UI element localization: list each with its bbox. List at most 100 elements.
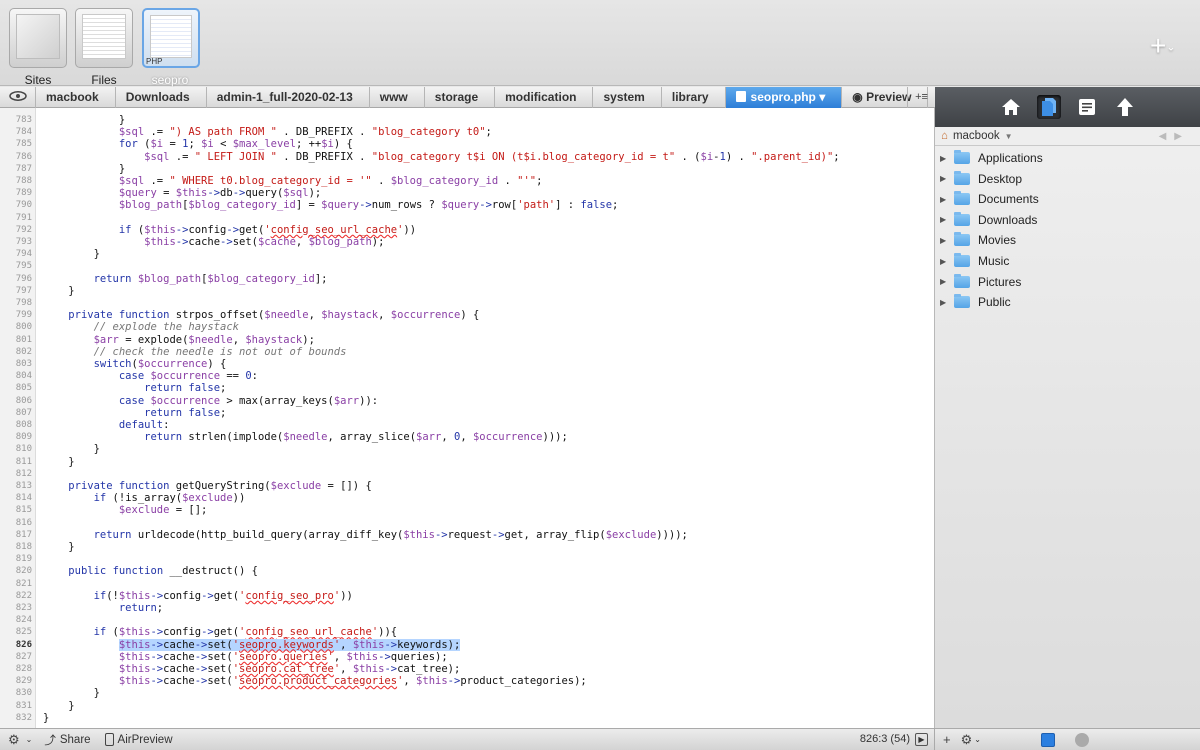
folder-item[interactable]: ▶ Applications [935, 148, 1200, 168]
code-line[interactable]: 793 $this->cache->set($cache, $blog_path… [0, 236, 934, 248]
code-line[interactable]: 810 } [0, 443, 934, 456]
breadcrumb-item[interactable]: Downloads [116, 86, 207, 108]
site-tab-seopro[interactable]: PHP [142, 8, 200, 68]
site-tab-files[interactable] [75, 8, 133, 68]
airpreview-button[interactable]: AirPreview [104, 733, 173, 746]
plus-icon[interactable]: + [943, 732, 951, 747]
code-line[interactable]: 824 [0, 614, 934, 626]
code-line[interactable]: 816 [0, 517, 934, 529]
code-line[interactable]: 791 [0, 212, 934, 224]
breadcrumb-file[interactable]: seopro.php ▾ [725, 86, 843, 108]
code-line[interactable]: 821 [0, 578, 934, 590]
disclosure-triangle-icon[interactable]: ▶ [940, 154, 954, 163]
code-line[interactable]: 805 return false; [0, 382, 934, 394]
sidebar-toggle-button[interactable] [1041, 732, 1055, 747]
code-line[interactable]: 789 $query = $this->db->query($sql); [0, 187, 934, 199]
gear-icon[interactable]: ⚙ [8, 732, 20, 748]
code-line[interactable]: 808 default: [0, 419, 934, 431]
code-line[interactable]: 817 return urldecode(http_build_query(ar… [0, 529, 934, 541]
code-line[interactable]: 803 switch($occurrence) { [0, 358, 934, 370]
breadcrumb-item[interactable]: www [370, 86, 425, 108]
gear-icon[interactable]: ⚙ [961, 732, 973, 748]
sync-icon[interactable] [1075, 732, 1089, 747]
disclosure-triangle-icon[interactable]: ▶ [940, 236, 954, 245]
code-line[interactable]: 807 return false; [0, 407, 934, 419]
folder-item[interactable]: ▶ Desktop [935, 169, 1200, 189]
disclosure-triangle-icon[interactable]: ▶ [940, 215, 954, 224]
code-line[interactable]: 798 [0, 297, 934, 309]
folder-item[interactable]: ▶ Documents [935, 189, 1200, 209]
line-text: $sql .= " LEFT JOIN " . DB_PREFIX . "blo… [144, 150, 840, 163]
folder-item[interactable]: ▶ Music [935, 251, 1200, 271]
line-text: } [43, 443, 100, 456]
code-line[interactable]: 826 $this->cache->set('seopro.keywords',… [0, 638, 934, 651]
goto-line-button[interactable]: ▶ [915, 732, 928, 746]
code-line[interactable]: 800 // explode the haystack [0, 321, 934, 333]
code-line[interactable]: 832} [0, 712, 934, 724]
eye-icon[interactable] [0, 86, 36, 108]
disclosure-triangle-icon[interactable]: ▶ [940, 277, 954, 286]
code-line[interactable]: 792 if ($this->config->get('config_seo_u… [0, 224, 934, 236]
code-line[interactable]: 809 return strlen(implode($needle, array… [0, 431, 934, 443]
code-line[interactable]: 812 [0, 468, 934, 480]
breadcrumb-item[interactable]: library [662, 86, 726, 108]
code-line[interactable]: 799 private function strpos_offset($need… [0, 309, 934, 321]
code-line[interactable]: 822 if(!$this->config->get('config_seo_p… [0, 590, 934, 602]
line-number: 816 [15, 517, 32, 528]
sidebar-location[interactable]: ⌂ macbook ▼ ◀▶ [935, 127, 1200, 146]
breadcrumb-item[interactable]: storage [425, 86, 496, 108]
folder-icon [954, 294, 970, 309]
share-button[interactable]: ⤴ Share [44, 732, 90, 748]
breadcrumb-item[interactable]: modification [495, 86, 594, 108]
code-line[interactable]: 806 case $occurrence > max(array_keys($a… [0, 395, 934, 407]
code-line[interactable]: 823 return; [0, 602, 934, 614]
folder-item[interactable]: ▶ Public [935, 292, 1200, 312]
code-line[interactable]: 790 $blog_path[$blog_category_id] = $que… [0, 199, 934, 211]
code-line[interactable]: 804 case $occurrence == 0: [0, 370, 934, 382]
code-line[interactable]: 815 $exclude = []; [0, 504, 934, 516]
code-editor[interactable]: 783 } 784 $sql .= ") AS path FROM " . DB_… [0, 108, 935, 728]
disclosure-triangle-icon[interactable]: ▶ [940, 174, 954, 183]
code-line[interactable]: 820 public function __destruct() { [0, 565, 934, 577]
split-editor-button[interactable]: +≡ [907, 87, 935, 108]
breadcrumb-item[interactable]: macbook [36, 86, 116, 108]
code-line[interactable]: 825 if ($this->config->get('config_seo_u… [0, 626, 934, 638]
breadcrumb-item[interactable]: admin-1_full-2020-02-13 [207, 86, 370, 108]
nav-arrows[interactable]: ◀▶ [1159, 131, 1190, 142]
code-line[interactable]: 783 } [0, 114, 934, 126]
code-line[interactable]: 827 $this->cache->set('seopro.queries', … [0, 651, 934, 663]
disclosure-triangle-icon[interactable]: ▶ [940, 298, 954, 307]
site-tab-sites[interactable] [9, 8, 67, 68]
breadcrumb-item[interactable]: system [593, 86, 662, 108]
code-line[interactable]: 796 return $blog_path[$blog_category_id]… [0, 273, 934, 285]
code-line[interactable]: 818 } [0, 541, 934, 553]
upload-icon[interactable] [1113, 95, 1137, 119]
code-line[interactable]: 802 // check the needle is not out of bo… [0, 346, 934, 358]
disclosure-triangle-icon[interactable]: ▶ [940, 195, 954, 204]
code-line[interactable]: 814 if (!is_array($exclude)) [0, 492, 934, 504]
home-icon[interactable] [999, 95, 1023, 119]
code-line[interactable]: 794 } [0, 248, 934, 260]
code-line[interactable]: 785 for ($i = 1; $i < $max_level; ++$i) … [0, 138, 934, 150]
add-site-button[interactable]: +⌄ [1150, 32, 1190, 60]
code-line[interactable]: 801 $arr = explode($needle, $haystack); [0, 334, 934, 346]
code-line[interactable]: 786 $sql .= " LEFT JOIN " . DB_PREFIX . … [0, 150, 934, 163]
code-line[interactable]: 828 $this->cache->set('seopro.cat_tree',… [0, 663, 934, 675]
code-line[interactable]: 831 } [0, 700, 934, 712]
disclosure-triangle-icon[interactable]: ▶ [940, 257, 954, 266]
code-line[interactable]: 819 [0, 553, 934, 565]
folder-item[interactable]: ▶ Movies [935, 230, 1200, 250]
code-line[interactable]: 813 private function getQueryString($exc… [0, 480, 934, 492]
folder-item[interactable]: ▶ Downloads [935, 210, 1200, 230]
code-line[interactable]: 787 } [0, 163, 934, 175]
code-line[interactable]: 830 } [0, 687, 934, 699]
code-line[interactable]: 795 [0, 260, 934, 272]
notes-icon[interactable] [1075, 95, 1099, 119]
files-icon[interactable] [1036, 95, 1061, 119]
code-line[interactable]: 829 $this->cache->set('seopro.product_ca… [0, 675, 934, 687]
folder-item[interactable]: ▶ Pictures [935, 272, 1200, 292]
code-line[interactable]: 811 } [0, 456, 934, 468]
code-line[interactable]: 784 $sql .= ") AS path FROM " . DB_PREFI… [0, 126, 934, 138]
code-line[interactable]: 797 } [0, 285, 934, 297]
code-line[interactable]: 788 $sql .= " WHERE t0.blog_category_id … [0, 175, 934, 187]
